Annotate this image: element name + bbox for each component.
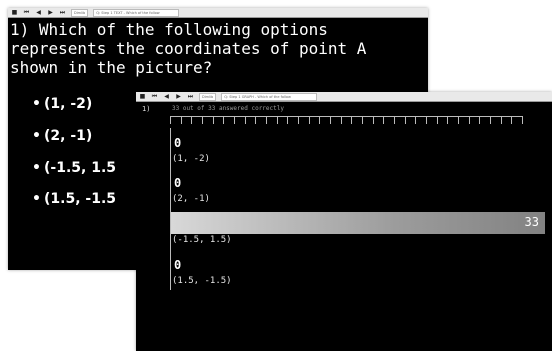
bar-value-label: 0 xyxy=(174,258,182,272)
bullet-icon: • xyxy=(32,96,41,112)
category-label: (-1.5, 1.5) xyxy=(172,235,232,245)
axis-tick xyxy=(180,116,182,124)
axis-tick xyxy=(394,116,395,124)
results-toolbar: ■ ⏮ ◀ ▶ ⏭ Dimlib Q: Step 1 GRAPH - Which… xyxy=(136,92,552,102)
axis-tick xyxy=(276,116,278,124)
axis-tick xyxy=(490,116,491,124)
axis-tick xyxy=(319,116,321,124)
axis-tick xyxy=(362,116,363,124)
axis-tick xyxy=(202,116,203,124)
axis-tick xyxy=(468,116,470,124)
bar-value-label: 0 xyxy=(174,136,182,150)
axis-tick xyxy=(170,116,171,124)
category-label: (1.5, -1.5) xyxy=(172,276,232,286)
axis-tick xyxy=(191,116,193,124)
axis-tick xyxy=(330,116,331,124)
bullet-icon: • xyxy=(32,191,41,207)
results-window: ■ ⏮ ◀ ▶ ⏭ Dimlib Q: Step 1 GRAPH - Which… xyxy=(136,92,552,351)
stop-icon[interactable]: ■ xyxy=(139,92,146,101)
axis-tick xyxy=(372,116,374,124)
prev-icon[interactable]: ◀ xyxy=(35,8,42,17)
question-number: 1) xyxy=(142,105,151,113)
axis-tick xyxy=(223,116,225,124)
y-axis-line xyxy=(170,128,171,290)
axis-tick xyxy=(340,116,342,124)
zoom-field[interactable]: Dimlib xyxy=(199,92,217,101)
results-summary: 33 out of 33 answered correctly xyxy=(172,105,284,112)
axis-tick xyxy=(447,116,449,124)
axis-tick xyxy=(479,116,481,124)
title-field[interactable]: Q: Step 1 TEXT - Which of the follow xyxy=(93,8,180,17)
next-icon[interactable]: ▶ xyxy=(175,92,182,101)
bar-value-label: 33 xyxy=(524,215,539,229)
x-axis xyxy=(170,116,523,124)
axis-tick xyxy=(415,116,417,124)
axis-tick xyxy=(266,116,267,124)
axis-tick xyxy=(500,116,502,124)
prev-icon[interactable]: ◀ xyxy=(163,92,170,101)
category-label: (2, -1) xyxy=(172,194,210,204)
skip-end-icon[interactable]: ⏭ xyxy=(187,92,194,101)
title-field[interactable]: Q: Step 1 GRAPH - Which of the follow xyxy=(221,92,318,101)
axis-tick xyxy=(308,116,310,124)
skip-end-icon[interactable]: ⏭ xyxy=(59,8,66,17)
axis-tick xyxy=(436,116,438,124)
axis-tick xyxy=(234,116,235,124)
bullet-icon: • xyxy=(32,160,41,176)
category-label: (1, -2) xyxy=(172,154,210,164)
axis-tick xyxy=(383,116,385,124)
option-3[interactable]: • (-1.5, 1.5 xyxy=(32,160,116,176)
zoom-field[interactable]: Dimlib xyxy=(71,8,89,17)
option-2[interactable]: • (2, -1) xyxy=(32,128,92,144)
axis-tick xyxy=(351,116,353,124)
axis-tick xyxy=(511,116,513,124)
skip-back-icon[interactable]: ⏮ xyxy=(151,92,158,101)
option-1[interactable]: • (1, -2) xyxy=(32,96,92,112)
axis-tick xyxy=(212,116,214,124)
axis-tick xyxy=(255,116,257,124)
bar-value-label: 0 xyxy=(174,176,182,190)
axis-tick xyxy=(522,116,523,124)
skip-back-icon[interactable]: ⏮ xyxy=(23,8,30,17)
question-text: 1) Which of the following options repres… xyxy=(10,20,377,77)
axis-tick xyxy=(298,116,299,124)
bar: 33 xyxy=(171,212,545,234)
option-4[interactable]: • (1.5, -1.5 xyxy=(32,191,116,207)
axis-tick xyxy=(426,116,427,124)
stop-icon[interactable]: ■ xyxy=(11,8,18,17)
next-icon[interactable]: ▶ xyxy=(47,8,54,17)
axis-tick xyxy=(458,116,459,124)
bullet-icon: • xyxy=(32,128,41,144)
axis-tick xyxy=(287,116,289,124)
axis-tick xyxy=(244,116,246,124)
question-toolbar: ■ ⏮ ◀ ▶ ⏭ Dimlib Q: Step 1 TEXT - Which … xyxy=(8,8,428,18)
axis-tick xyxy=(404,116,406,124)
